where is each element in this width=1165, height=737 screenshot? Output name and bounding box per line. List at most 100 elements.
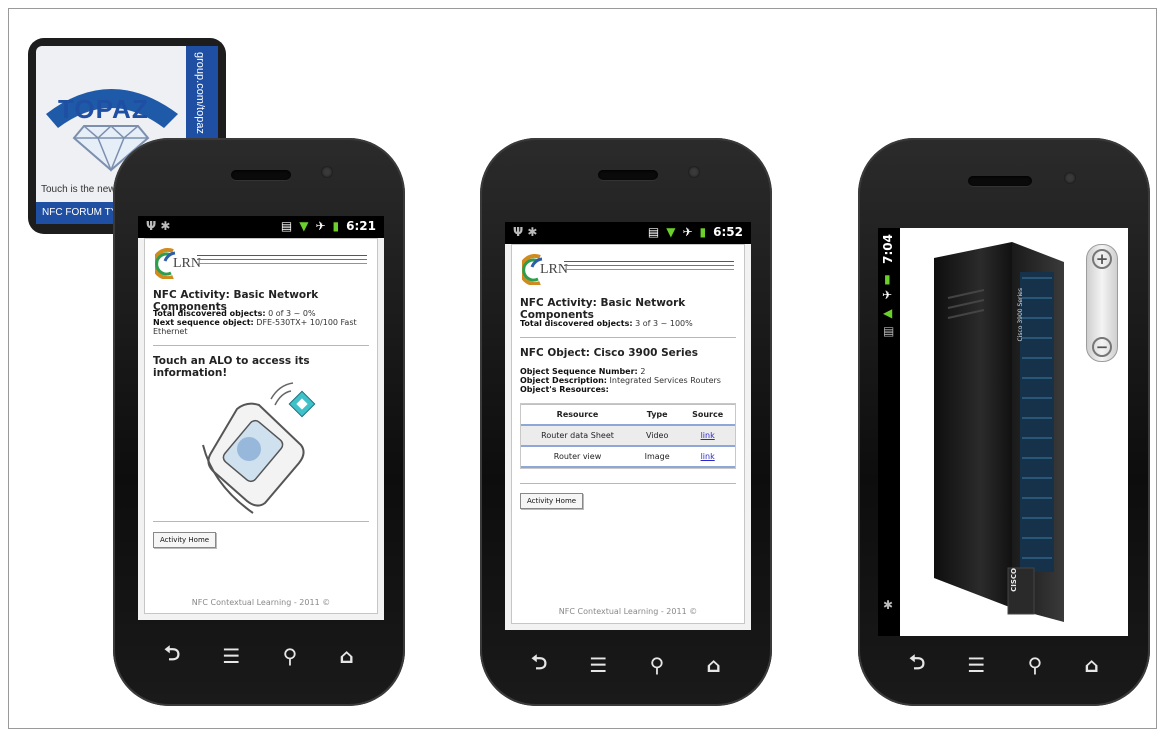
progress-info: Total discovered objects: 0 of 3 ~ 0% Ne… xyxy=(153,309,369,336)
table-row: Router data Sheet Video link xyxy=(521,425,735,447)
phone-3: 7:04 ▮ ✈ ◀ ▤ ✱ Cisco 3900 Series CISCO + xyxy=(858,138,1150,706)
web-page: LRN NFC Activity: Basic Network Componen… xyxy=(511,244,745,624)
cell-type: Video xyxy=(634,425,681,447)
battery-icon: ▮ xyxy=(332,219,340,233)
phone-3-screen: 7:04 ▮ ✈ ◀ ▤ ✱ Cisco 3900 Series CISCO + xyxy=(878,228,1128,636)
divider xyxy=(520,337,736,338)
earpiece-speaker xyxy=(231,170,291,180)
logo-lines xyxy=(197,255,367,267)
activity-home-button[interactable]: Activity Home xyxy=(520,493,584,509)
zoom-control[interactable]: + − xyxy=(1086,244,1118,362)
back-icon[interactable]: ⮌ xyxy=(531,648,547,682)
airplane-icon: ✈ xyxy=(682,225,693,239)
tag-caption: Touch is the new xyxy=(41,184,116,195)
menu-icon[interactable]: ☰ xyxy=(222,644,240,668)
total-label: Total discovered objects: xyxy=(520,319,633,328)
activity-heading: NFC Activity: Basic Network Components xyxy=(520,297,686,321)
battery-icon: ▮ xyxy=(884,272,891,286)
logo-lines xyxy=(564,261,734,273)
battery-icon: ▮ xyxy=(699,225,707,239)
menu-icon[interactable]: ☰ xyxy=(967,653,985,677)
divider-bottom xyxy=(520,483,736,484)
phone-1-screen: Ψ ✱ ▤ ▼ ✈ ▮ 6:21 LRN NFC Activity: Basic… xyxy=(138,216,384,620)
object-info: Object Sequence Number: 2 Object Descrip… xyxy=(520,367,736,394)
status-bar-vertical: 7:04 ▮ ✈ ◀ ▤ ✱ xyxy=(878,228,900,636)
device-brand-label: CISCO xyxy=(1010,568,1018,592)
airplane-icon: ✈ xyxy=(315,219,326,233)
cisco-router-image xyxy=(934,242,1064,622)
web-page: LRN NFC Activity: Basic Network Componen… xyxy=(144,238,378,614)
resource-link[interactable]: link xyxy=(701,431,715,440)
cell-source: link xyxy=(680,446,735,468)
total-value: 3 of 3 ~ 100% xyxy=(635,319,693,328)
cell-resource: Router data Sheet xyxy=(521,425,635,447)
divider xyxy=(153,345,369,346)
cell-resource: Router view xyxy=(521,446,635,468)
tag-brand-text: TOPAZ xyxy=(58,94,149,124)
home-icon[interactable]: ⌂ xyxy=(1085,653,1099,677)
activity-home-button[interactable]: Activity Home xyxy=(153,532,217,548)
front-camera xyxy=(1064,172,1076,184)
device-model-label: Cisco 3900 Series xyxy=(1017,288,1024,342)
desc-label: Object Description: xyxy=(520,376,607,385)
front-camera xyxy=(688,166,700,178)
desc-value: Integrated Services Routers xyxy=(609,376,721,385)
table-row: Router view Image link xyxy=(521,446,735,468)
zoom-in-icon[interactable]: + xyxy=(1092,249,1112,269)
home-icon[interactable]: ⌂ xyxy=(707,653,721,677)
front-camera xyxy=(321,166,333,178)
resources-table-wrap: Resource Type Source Router data Sheet V… xyxy=(520,403,736,469)
resources-table: Resource Type Source Router data Sheet V… xyxy=(521,404,735,468)
col-resource: Resource xyxy=(521,404,635,426)
wifi-icon: ▼ xyxy=(299,219,309,233)
navigation-bar: ⮌ ☰ ⚲ ⌂ xyxy=(888,645,1120,685)
status-bar: Ψ ✱ ▤ ▼ ✈ ▮ 6:21 xyxy=(138,216,384,238)
tag-url-text: group.com/topaz xyxy=(194,52,206,134)
seq-label: Object Sequence Number: xyxy=(520,367,638,376)
resource-link[interactable]: link xyxy=(701,452,715,461)
airplane-icon: ✈ xyxy=(882,288,893,302)
hand-phone-illustration xyxy=(202,382,316,514)
phone-2: Ψ ✱ ▤ ▼ ✈ ▮ 6:52 LRN NFC Activity: Basic… xyxy=(480,138,772,706)
object-heading: NFC Object: Cisco 3900 Series xyxy=(520,347,698,359)
page-footer: NFC Contextual Learning - 2011 © xyxy=(558,607,698,616)
earpiece-speaker xyxy=(968,176,1032,186)
search-icon[interactable]: ⚲ xyxy=(1028,653,1043,677)
sim-icon: ▤ xyxy=(647,225,660,239)
phone-1: Ψ ✱ ▤ ▼ ✈ ▮ 6:21 LRN NFC Activity: Basic… xyxy=(113,138,405,706)
wifi-icon: ▼ xyxy=(666,225,676,239)
search-icon[interactable]: ⚲ xyxy=(283,644,298,668)
phone-2-screen: Ψ ✱ ▤ ▼ ✈ ▮ 6:52 LRN NFC Activity: Basic… xyxy=(505,222,751,630)
status-time: 7:04 xyxy=(881,234,895,264)
next-label: Next sequence object: xyxy=(153,318,254,327)
sim-icon: ▤ xyxy=(883,324,895,338)
col-source: Source xyxy=(680,404,735,426)
progress-info: Total discovered objects: 3 of 3 ~ 100% xyxy=(520,319,736,328)
total-value: 0 of 3 ~ 0% xyxy=(268,309,316,318)
usb-debug-icon: Ψ ✱ xyxy=(513,225,538,239)
cell-type: Image xyxy=(634,446,681,468)
navigation-bar: ⮌ ☰ ⚲ ⌂ xyxy=(510,645,742,685)
divider-bottom xyxy=(153,521,369,522)
navigation-bar: ⮌ ☰ ⚲ ⌂ xyxy=(143,636,375,676)
sim-icon: ▤ xyxy=(280,219,293,233)
seq-value: 2 xyxy=(640,367,646,376)
status-bar: Ψ ✱ ▤ ▼ ✈ ▮ 6:52 xyxy=(505,222,751,244)
back-icon[interactable]: ⮌ xyxy=(164,639,180,673)
earpiece-speaker xyxy=(598,170,658,180)
back-icon[interactable]: ⮌ xyxy=(909,648,925,682)
zoom-out-icon[interactable]: − xyxy=(1092,337,1112,357)
resources-label: Object's Resources: xyxy=(520,385,609,394)
usb-debug-icon: ✱ xyxy=(883,598,894,612)
wifi-icon: ◀ xyxy=(883,306,893,320)
status-time: 6:21 xyxy=(346,219,376,233)
col-type: Type xyxy=(634,404,681,426)
home-icon[interactable]: ⌂ xyxy=(340,644,354,668)
page-footer: NFC Contextual Learning - 2011 © xyxy=(191,598,331,607)
status-time: 6:52 xyxy=(713,225,743,239)
usb-debug-icon: Ψ ✱ xyxy=(146,219,171,233)
cell-source: link xyxy=(680,425,735,447)
menu-icon[interactable]: ☰ xyxy=(589,653,607,677)
search-icon[interactable]: ⚲ xyxy=(650,653,665,677)
total-label: Total discovered objects: xyxy=(153,309,266,318)
